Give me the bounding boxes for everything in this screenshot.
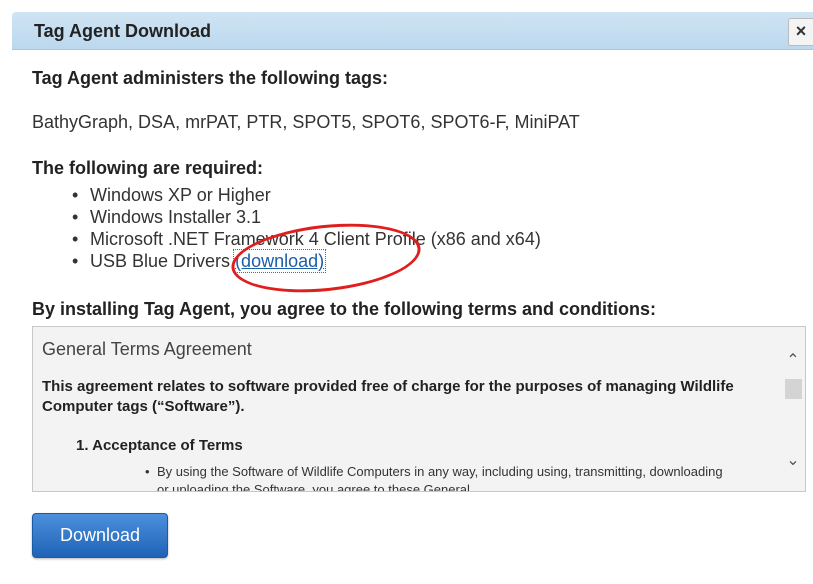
requirement-item: Microsoft .NET Framework 4 Client Profil…: [72, 228, 541, 250]
chevron-down-icon[interactable]: ⌄: [782, 450, 804, 472]
terms-scroll-box[interactable]: General Terms Agreement This agreement r…: [32, 326, 806, 492]
tags-list: BathyGraph, DSA, mrPAT, PTR, SPOT5, SPOT…: [32, 112, 580, 132]
requirement-item: Windows XP or Higher: [72, 184, 541, 206]
terms-intro: This agreement relates to software provi…: [42, 378, 734, 415]
tags-heading: Tag Agent administers the following tags…: [32, 68, 389, 88]
terms-bullet-text: By using the Software of Wildlife Comput…: [157, 464, 723, 492]
scrollbar-thumb[interactable]: [785, 379, 802, 399]
download-button[interactable]: Download: [32, 513, 168, 558]
scrollbar[interactable]: ⌃ ⌄: [782, 328, 804, 490]
terms-box-title: General Terms Agreement: [42, 339, 252, 359]
dialog-title: Tag Agent Download: [34, 21, 211, 41]
requirement-item: Windows Installer 3.1: [72, 206, 541, 228]
requirement-item: USB Blue Drivers (download): [72, 249, 541, 273]
dialog-titlebar: Tag Agent Download ×: [12, 12, 813, 50]
bullet-dot: •: [145, 464, 150, 479]
terms-section-title: 1. Acceptance of Terms: [76, 437, 243, 454]
requirements-heading: The following are required:: [32, 158, 264, 178]
close-icon[interactable]: ×: [788, 18, 813, 46]
chevron-up-icon[interactable]: ⌃: [782, 350, 804, 372]
terms-heading: By installing Tag Agent, you agree to th…: [32, 299, 657, 319]
usb-drivers-download-link[interactable]: (download): [233, 249, 327, 273]
requirements-list: Windows XP or Higher Windows Installer 3…: [72, 184, 541, 273]
tag-agent-download-dialog: Tag Agent Download × Tag Agent administe…: [0, 0, 813, 584]
